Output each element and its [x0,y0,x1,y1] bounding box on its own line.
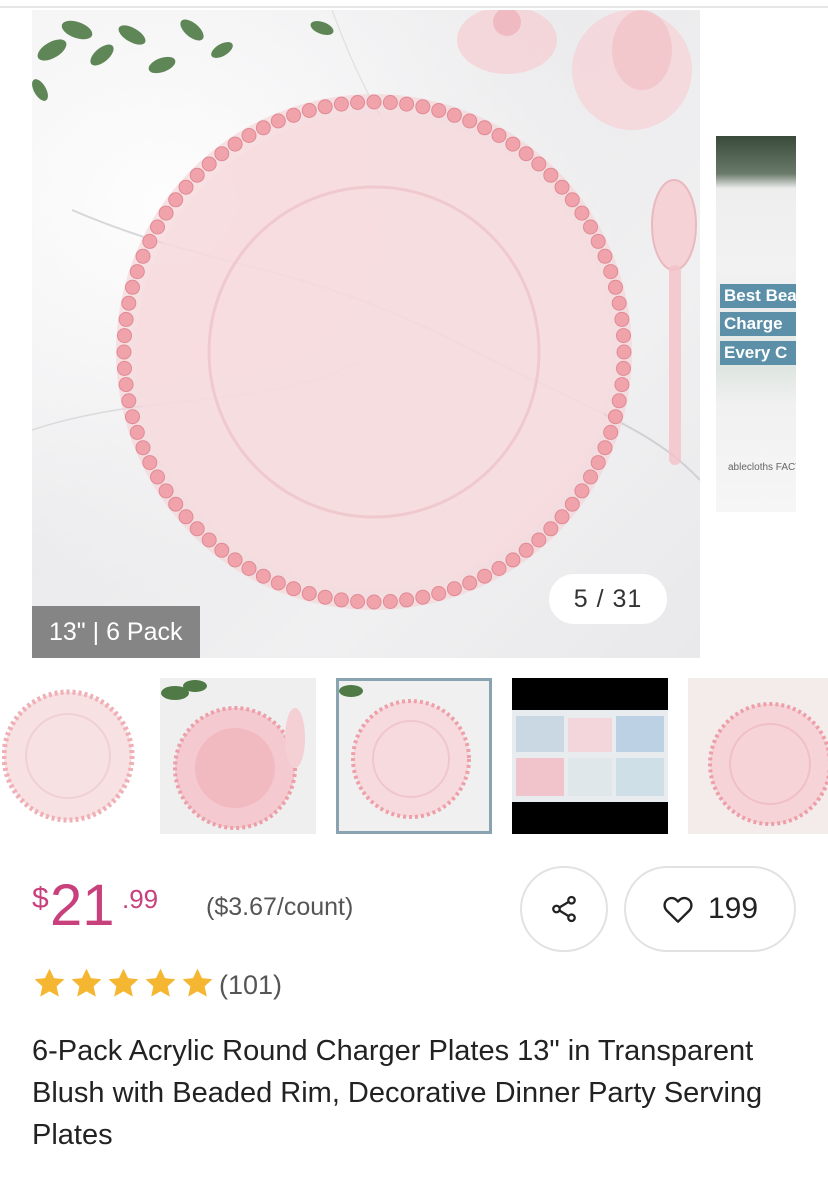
main-product-image[interactable] [32,10,700,658]
variant-label: 13" | 6 Pack [32,606,200,658]
favorite-count: 199 [707,892,759,925]
unit-price: ($3.67/count) [206,893,354,921]
favorite-button[interactable]: 199 [624,866,796,952]
star-icon [108,968,139,997]
review-count[interactable]: (101) [219,970,282,1001]
thumbnail-2[interactable] [160,678,316,834]
thumbnail-5-image [708,702,828,826]
star-rating[interactable] [32,966,215,1004]
side-banner-line-2: Charge [720,312,796,336]
side-banner-line-3: Every C [720,341,796,365]
star-icon [145,968,176,997]
star-icon [34,968,65,997]
side-brand-text: ablecloths FACTORY [728,462,796,473]
next-image-peek[interactable]: Best Bea Charge Every C ablecloths FACTO… [716,136,796,512]
top-divider [0,6,828,8]
thumbnail-4-image [512,710,668,802]
star-icon [71,968,102,997]
heart-icon [663,896,693,923]
thumbnail-1-image [2,689,135,823]
side-banner-line-1: Best Bea [720,284,796,308]
image-counter: 5 / 31 [549,574,667,624]
plate-illustration [32,10,700,610]
thumbnail-3-image [339,685,471,819]
price-currency: $ [32,882,49,915]
price-cents: .99 [122,884,159,914]
price-whole: 21 [50,873,115,938]
thumbnail-1[interactable] [2,678,158,834]
product-title: 6-Pack Acrylic Round Charger Plates 13" … [32,1035,763,1151]
thumbnail-2-image [161,680,305,830]
thumbnail-5[interactable] [688,678,828,834]
share-icon [552,895,576,923]
thumbnail-3[interactable] [336,678,492,834]
share-button[interactable] [520,866,608,952]
thumbnail-4-video[interactable] [512,678,668,834]
star-icon [182,968,213,997]
